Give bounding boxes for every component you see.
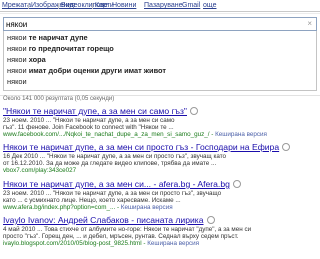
search-result: "Някои те наричат дупе, а за мен си само… — [3, 106, 319, 140]
result-title: Някои те наричат дупе, а за мен си прост… — [3, 142, 280, 152]
preview-magnifier-icon[interactable] — [232, 180, 241, 188]
cached-link[interactable]: Кеширана версия — [121, 204, 173, 211]
search-box: × — [3, 17, 317, 31]
suggestion-prefix: някои — [7, 66, 27, 75]
result-title: Някои те наричат дупе, а за мен си... - … — [3, 179, 230, 189]
preview-magnifier-icon[interactable] — [206, 216, 215, 224]
suggestion-item[interactable]: някои — [7, 76, 27, 88]
result-url-text: www.facebook.com/.../Nqkoi_te_nachat_dup… — [3, 131, 214, 138]
nav-divider — [58, 3, 59, 9]
suggestion-completion: хора — [26, 55, 46, 64]
result-url: www.facebook.com/.../Nqkoi_te_nachat_dup… — [3, 131, 267, 139]
search-result: Ivaylo Ivanov: Андрей Слабаков - писанат… — [3, 215, 319, 255]
nav-divider — [92, 3, 93, 9]
suggestion-completion: те наричат дупе — [26, 33, 88, 42]
suggestion-completion: имат добри оценки други имат живот — [26, 66, 166, 75]
result-url-text: www.afera.bg/index.php?option=com_... - — [3, 204, 121, 211]
suggestion-completion: го предпочитат горещо — [26, 44, 114, 53]
result-title-link[interactable]: Някои те наричат дупе, а за мен си... - … — [3, 179, 241, 190]
suggestion-item[interactable]: някои имат добри оценки други имат живот — [7, 65, 166, 77]
topnav-divider-shadow — [0, 13, 320, 14]
suggestion-prefix: някои — [7, 33, 27, 42]
suggestion-prefix: някои — [7, 77, 27, 86]
search-suggestions: някои те наричат дупе някои го предпочит… — [3, 31, 317, 91]
result-title: "Някои те наричат дупе, а за мен си само… — [3, 106, 187, 116]
result-title-link[interactable]: Ivaylo Ivanov: Андрей Слабаков - писанат… — [3, 215, 215, 226]
search-result: Някои те наричат дупе, а за мен си прост… — [3, 142, 319, 176]
topnav-divider — [0, 11, 320, 12]
suggestion-prefix: някои — [7, 44, 27, 53]
result-url-text: vbox7.com/play:343ce027 — [3, 167, 77, 174]
search-input[interactable] — [6, 18, 286, 30]
clear-icon[interactable]: × — [307, 18, 312, 30]
search-result: Някои те наричат дупе, а за мен си... - … — [3, 179, 319, 213]
preview-magnifier-icon[interactable] — [190, 107, 198, 115]
result-title: Ivaylo Ivanov: Андрей Слабаков - писанат… — [3, 215, 204, 225]
result-title-link[interactable]: Някои те наричат дупе, а за мен си прост… — [3, 142, 291, 153]
suggestion-prefix: някои — [7, 55, 27, 64]
result-url: vbox7.com/play:343ce027 — [3, 167, 76, 175]
result-title-link[interactable]: "Някои те наричат дупе, а за мен си само… — [3, 106, 198, 117]
result-url: ivaylo.blogspot.com/2010/05/blog-post_98… — [3, 240, 199, 248]
nav-divider — [28, 3, 29, 9]
cached-link[interactable]: Кеширана версия — [147, 240, 199, 247]
result-url-text: ivaylo.blogspot.com/2010/05/blog-post_98… — [3, 240, 148, 247]
cached-link[interactable]: Кеширана версия — [215, 131, 267, 138]
result-url: www.afera.bg/index.php?option=com_... - … — [3, 204, 173, 212]
preview-magnifier-icon[interactable] — [282, 143, 291, 151]
result-stats: Около 141 000 резултата (0,05 секунди) — [3, 96, 115, 102]
